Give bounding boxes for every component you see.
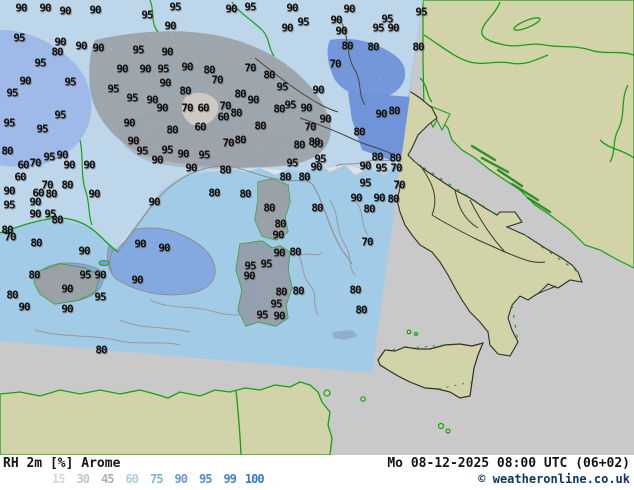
legend-value-95: 95 (199, 472, 212, 486)
legend-value-60: 60 (125, 472, 139, 486)
weather-map: 90 90 90 90 95 95 90 90 95 90 95 90 90 90 95 90 95 95 90 95… (0, 0, 634, 455)
domain-sardinia (235, 240, 293, 327)
map-canvas (0, 0, 634, 455)
legend-value-75: 75 (150, 472, 163, 486)
copyright: © weatheronline.co.uk (478, 472, 630, 486)
color-legend: 15 30 45 60 75 90 95 99 100 (46, 472, 267, 487)
product-title: RH 2m [%] Arome (3, 456, 121, 471)
domain-corsica (254, 178, 291, 241)
weather-map-app: 90 90 90 90 95 95 90 90 95 90 95 90 90 90 95 90 95 95 90 95… (0, 0, 634, 490)
legend-value-100: 100 (244, 472, 265, 486)
legend-value-15: 15 (52, 472, 65, 486)
info-bar: RH 2m [%] Arome Mo 08-12-2025 08:00 UTC … (0, 455, 634, 490)
valid-datetime: Mo 08-12-2025 08:00 UTC (06+02) (387, 456, 630, 471)
legend-value-99: 99 (223, 472, 237, 486)
legend-value-45: 45 (101, 472, 114, 486)
legend-value-90: 90 (174, 472, 188, 486)
legend-value-30: 30 (76, 472, 90, 486)
